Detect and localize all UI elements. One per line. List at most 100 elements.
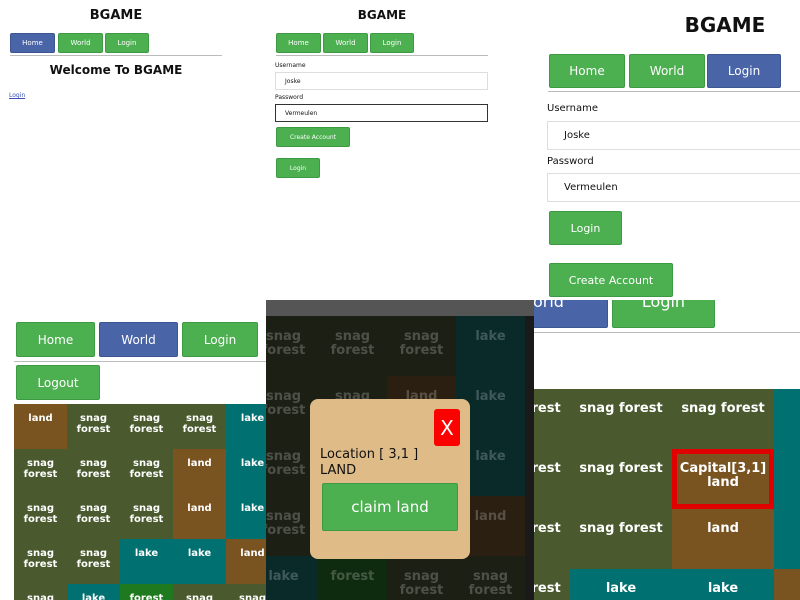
map-tile[interactable]: snag forest bbox=[387, 316, 456, 376]
claim-modal: X Location [ 3,1 ] LAND claim land bbox=[310, 399, 470, 559]
nav-world-button[interactable]: World bbox=[534, 300, 608, 328]
create-account-button[interactable]: Create Account bbox=[549, 263, 673, 297]
username-input[interactable]: Joske bbox=[275, 72, 488, 90]
map-tile[interactable]: lake bbox=[67, 584, 120, 600]
map-tile[interactable]: lake bbox=[266, 556, 318, 600]
map-tile[interactable]: snag forest bbox=[67, 539, 120, 584]
map-tile[interactable]: snag forest bbox=[67, 449, 120, 494]
map-tile[interactable]: land bbox=[173, 494, 226, 539]
map-grid: snag forestsnag forestsnag forestlakesna… bbox=[534, 389, 800, 600]
nav-home-button[interactable]: Home bbox=[549, 54, 625, 88]
map-tile[interactable]: snag forest bbox=[570, 449, 672, 509]
login-button[interactable]: Login bbox=[276, 158, 320, 178]
password-input[interactable]: Vermeulen bbox=[275, 104, 488, 122]
app-title: BGAME bbox=[684, 13, 766, 37]
map-tile[interactable]: snag forest bbox=[570, 389, 672, 449]
password-value: Vermeulen bbox=[564, 182, 618, 193]
map-tile[interactable]: forest bbox=[318, 556, 387, 600]
map-tile[interactable]: snag forest bbox=[173, 584, 226, 600]
nav-home-button[interactable]: Home bbox=[10, 33, 55, 53]
map-tile[interactable]: snag forest bbox=[534, 389, 570, 449]
nav-login-button[interactable]: Login bbox=[707, 54, 781, 88]
create-account-button[interactable]: Create Account bbox=[276, 127, 350, 147]
map-tile[interactable]: snag forest bbox=[456, 556, 525, 600]
close-button[interactable]: X bbox=[434, 409, 460, 446]
app-title: BGAME bbox=[89, 8, 143, 23]
map-tile[interactable]: land bbox=[173, 449, 226, 494]
nav-world-button[interactable]: World bbox=[323, 33, 368, 53]
map-tile[interactable]: land bbox=[14, 404, 67, 449]
map-tile[interactable]: snag forest bbox=[14, 449, 67, 494]
map-tile[interactable]: snag forest bbox=[534, 509, 570, 569]
panel-login-small: BGAME Home World Login Username Joske Pa… bbox=[266, 0, 534, 300]
map-tile[interactable]: lake bbox=[226, 404, 266, 449]
map-tile[interactable]: snag forest bbox=[266, 316, 318, 376]
map-grid: land snag forest snag forest snag forest lak… bbox=[14, 404, 266, 600]
username-label: Username bbox=[547, 103, 598, 114]
map-tile[interactable]: lake bbox=[173, 539, 226, 584]
map-tile[interactable]: land bbox=[226, 539, 266, 584]
claim-land-button[interactable]: claim land bbox=[322, 483, 458, 531]
map-tile[interactable]: snag forest bbox=[14, 584, 67, 600]
map-tile[interactable]: snag forest bbox=[672, 389, 774, 449]
map-tile[interactable]: snag forest bbox=[120, 404, 173, 449]
map-tile[interactable]: snag forest bbox=[534, 569, 570, 600]
map-tile[interactable]: land bbox=[672, 509, 774, 569]
map-tile[interactable]: snag forest bbox=[14, 539, 67, 584]
map-tile[interactable]: lake bbox=[774, 449, 800, 509]
nav-login-button[interactable]: Login bbox=[370, 33, 414, 53]
login-link[interactable]: Login bbox=[9, 92, 25, 99]
nav-login-button[interactable]: Login bbox=[612, 300, 715, 328]
password-input[interactable]: Vermeulen bbox=[547, 173, 800, 202]
nav-divider bbox=[548, 91, 800, 92]
nav-divider bbox=[276, 55, 488, 56]
nav-world-button[interactable]: World bbox=[58, 33, 103, 53]
nav-world-button[interactable]: World bbox=[99, 322, 178, 357]
map-tile[interactable]: lake bbox=[226, 449, 266, 494]
panel-claim-modal: snag forestsnag forestsnag forestlakesna… bbox=[266, 300, 534, 600]
nav-login-button[interactable]: Login bbox=[182, 322, 258, 357]
login-button[interactable]: Login bbox=[549, 211, 622, 245]
panel-capital-map: World Login snag forestsnag forestsnag f… bbox=[534, 300, 800, 600]
map-tile[interactable]: forest bbox=[120, 584, 173, 600]
nav-world-button[interactable]: World bbox=[629, 54, 705, 88]
map-tile[interactable]: Capital[3,1] land bbox=[672, 449, 774, 509]
map-tile[interactable]: snag forest bbox=[570, 509, 672, 569]
map-tile[interactable]: snag forest bbox=[14, 494, 67, 539]
username-input[interactable]: Joske bbox=[547, 121, 800, 150]
map-tile[interactable]: snag forest bbox=[67, 404, 120, 449]
map-tile[interactable]: snag forest bbox=[226, 584, 266, 600]
map-tile[interactable]: snag forest bbox=[120, 449, 173, 494]
location-type: LAND bbox=[320, 463, 357, 478]
nav-home-button[interactable]: Home bbox=[16, 322, 95, 357]
map-tile[interactable]: snag forest bbox=[534, 449, 570, 509]
username-label: Username bbox=[275, 62, 306, 69]
map-tile[interactable]: lake bbox=[774, 389, 800, 449]
password-label: Password bbox=[275, 94, 304, 101]
map-tile[interactable]: snag forest bbox=[387, 556, 456, 600]
map-tile[interactable]: lake bbox=[774, 509, 800, 569]
map-tile[interactable]: snag forest bbox=[67, 494, 120, 539]
map-tile[interactable]: snag forest bbox=[318, 316, 387, 376]
password-label: Password bbox=[547, 156, 594, 167]
map-tile[interactable]: snag forest bbox=[173, 404, 226, 449]
nav-divider bbox=[10, 55, 222, 56]
nav-login-button[interactable]: Login bbox=[105, 33, 149, 53]
logout-button[interactable]: Logout bbox=[16, 365, 100, 400]
map-tile[interactable]: lake bbox=[456, 316, 525, 376]
map-tile[interactable]: snag forest bbox=[120, 494, 173, 539]
nav-divider bbox=[534, 332, 800, 333]
nav-home-button[interactable]: Home bbox=[276, 33, 321, 53]
welcome-heading: Welcome To BGAME bbox=[49, 63, 183, 77]
map-tile[interactable]: land bbox=[774, 569, 800, 600]
nav-divider bbox=[14, 361, 266, 362]
map-tile[interactable]: lake bbox=[120, 539, 173, 584]
password-value: Vermeulen bbox=[285, 109, 318, 117]
map-tile[interactable]: lake bbox=[226, 494, 266, 539]
panel-world-map: Home World Login Logout land snag forest s… bbox=[0, 300, 266, 600]
map-tile[interactable]: lake bbox=[570, 569, 672, 600]
app-title: BGAME bbox=[357, 8, 407, 22]
top-bar bbox=[266, 300, 534, 316]
panel-login-large: BGAME Home World Login Username Joske Pa… bbox=[534, 0, 800, 300]
map-tile[interactable]: lake bbox=[672, 569, 774, 600]
